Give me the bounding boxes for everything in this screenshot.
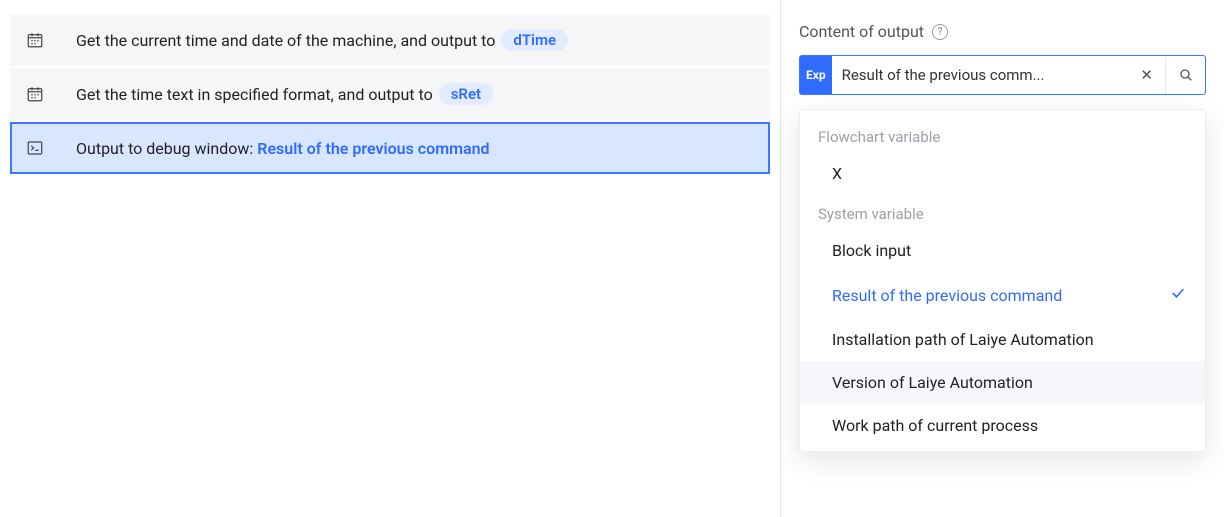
close-icon[interactable]: ✕ (1138, 66, 1155, 84)
expression-field[interactable]: Exp Result of the previous comm... ✕ (799, 55, 1206, 95)
expression-badge: Exp (800, 56, 832, 94)
step-row-selected[interactable]: Output to debug window: Result of the pr… (10, 122, 770, 174)
check-icon (1169, 284, 1187, 306)
step-text-prefix: Output to debug window: (76, 139, 257, 158)
dropdown-item-label: Work path of current process (832, 416, 1038, 435)
dropdown-item[interactable]: X (800, 152, 1205, 195)
dropdown-item-label: Version of Laiye Automation (832, 373, 1033, 392)
step-text: Get the current time and date of the mac… (76, 31, 495, 50)
dropdown-item-label: Block input (832, 241, 911, 260)
step-list: Get the current time and date of the mac… (0, 0, 780, 517)
dropdown-item-label: Result of the previous command (832, 286, 1062, 305)
variable-dropdown: Flowchart variable X System variable Blo… (799, 109, 1206, 452)
panel-title-text: Content of output (799, 22, 924, 41)
terminal-icon (24, 137, 46, 159)
dropdown-group-label: Flowchart variable (800, 118, 1205, 152)
step-text: Get the time text in specified format, a… (76, 85, 433, 104)
calendar-icon (24, 29, 46, 51)
expression-value: Result of the previous comm... (842, 66, 1133, 84)
panel-title: Content of output ? (799, 22, 1206, 41)
step-text-value: Result of the previous command (257, 139, 489, 158)
dropdown-item-label: X (832, 164, 842, 183)
dropdown-item[interactable]: Work path of current process (800, 404, 1205, 447)
step-row[interactable]: Get the current time and date of the mac… (10, 14, 770, 66)
properties-panel: Content of output ? Exp Result of the pr… (781, 0, 1224, 517)
step-text: Output to debug window: Result of the pr… (76, 139, 490, 158)
step-row[interactable]: Get the time text in specified format, a… (10, 68, 770, 120)
dropdown-group-label: System variable (800, 195, 1205, 229)
output-variable-pill[interactable]: sRet (439, 83, 493, 105)
help-icon[interactable]: ? (932, 24, 948, 40)
dropdown-item[interactable]: Installation path of Laiye Automation (800, 318, 1205, 361)
dropdown-item[interactable]: Version of Laiye Automation (800, 361, 1205, 404)
dropdown-item-selected[interactable]: Result of the previous command (800, 272, 1205, 318)
output-variable-pill[interactable]: dTime (501, 29, 568, 51)
dropdown-item[interactable]: Block input (800, 229, 1205, 272)
calendar-icon (24, 83, 46, 105)
expression-input[interactable]: Result of the previous comm... ✕ (832, 56, 1165, 94)
dropdown-item-label: Installation path of Laiye Automation (832, 330, 1094, 349)
search-icon[interactable] (1165, 56, 1205, 94)
